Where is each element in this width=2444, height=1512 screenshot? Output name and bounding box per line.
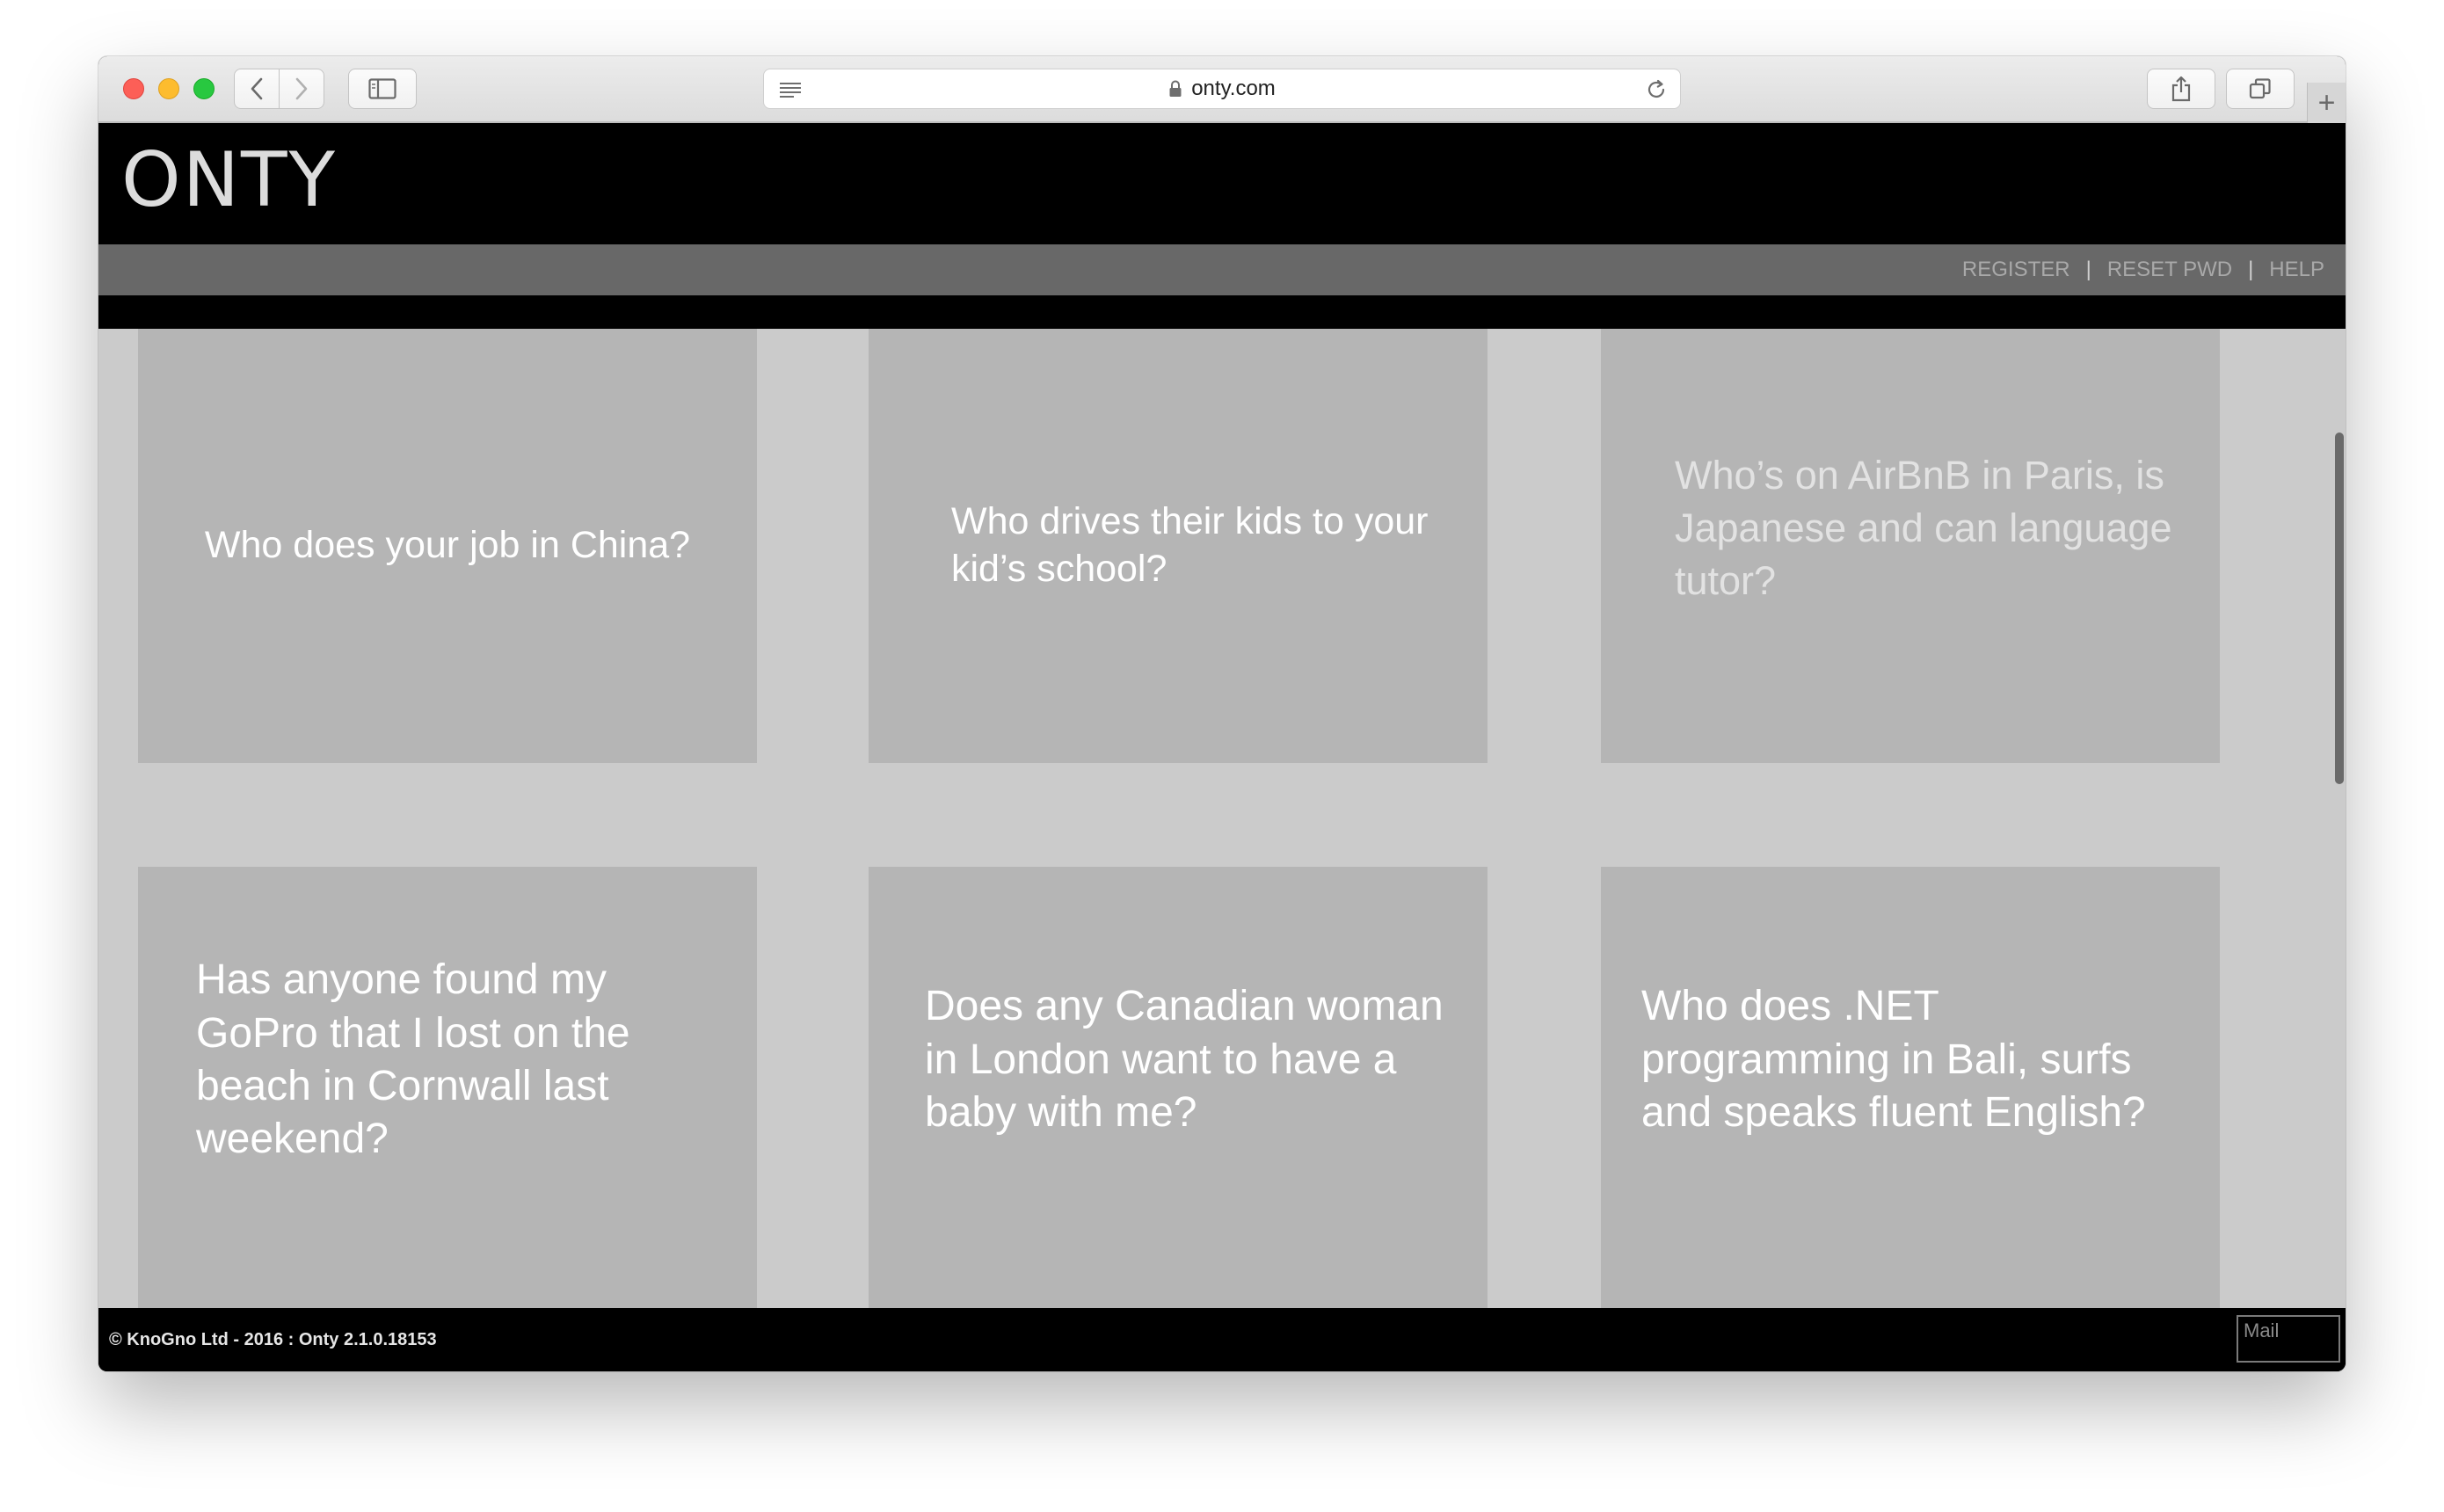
question-text: Who drives their kids to your kid’s scho… — [951, 500, 1429, 590]
reload-icon[interactable] — [1645, 78, 1668, 105]
reset-password-link[interactable]: RESET PWD — [2107, 258, 2232, 282]
sidebar-toggle-button[interactable] — [348, 69, 417, 109]
tabs-icon — [2249, 78, 2271, 99]
new-tab-button[interactable]: + — [2307, 83, 2346, 123]
site-nav-links: REGISTER | RESET PWD | HELP — [1962, 244, 2324, 295]
forward-button[interactable] — [279, 69, 324, 109]
address-bar[interactable]: onty.com — [763, 69, 1681, 109]
nav-separator: | — [2085, 258, 2091, 281]
sidebar-icon — [368, 78, 396, 99]
url-text: onty.com — [1191, 76, 1276, 100]
question-card[interactable]: Has anyone found my GoPro that I lost on… — [138, 867, 757, 1308]
question-grid: Who does your job in China? Who drives t… — [98, 329, 2346, 1308]
copyright-text: © KnoGno Ltd - 2016 : Onty 2.1.0.18153 — [109, 1329, 437, 1349]
browser-window: onty.com + ONTY REGISTER | RESET PWD | H… — [98, 56, 2346, 1371]
site-footer: © KnoGno Ltd - 2016 : Onty 2.1.0.18153 — [98, 1308, 2346, 1371]
zoom-window-button[interactable] — [193, 78, 215, 99]
nav-separator: | — [2248, 258, 2254, 281]
share-icon — [2171, 76, 2191, 102]
show-tabs-button[interactable] — [2226, 69, 2295, 109]
site-logo[interactable]: ONTY — [121, 142, 337, 218]
close-window-button[interactable] — [123, 78, 144, 99]
question-text: Does any Canadian woman in London want t… — [925, 983, 1444, 1137]
web-page: ONTY REGISTER | RESET PWD | HELP Who doe… — [98, 123, 2346, 1371]
minimize-window-button[interactable] — [158, 78, 179, 99]
share-button[interactable] — [2147, 69, 2215, 109]
url-container: onty.com — [764, 69, 1680, 108]
mail-input[interactable] — [2237, 1315, 2340, 1363]
question-text: Who does your job in China? — [204, 524, 691, 567]
question-text: Who’s on AirBnB in Paris, is Japanese an… — [1675, 452, 2172, 604]
browser-toolbar: onty.com + — [98, 56, 2346, 123]
question-card[interactable]: Does any Canadian woman in London want t… — [869, 867, 1487, 1308]
question-card[interactable]: Who drives their kids to your kid’s scho… — [869, 329, 1487, 763]
help-link[interactable]: HELP — [2269, 258, 2324, 282]
register-link[interactable]: REGISTER — [1962, 258, 2070, 282]
question-card[interactable]: Who does your job in China? — [138, 329, 757, 763]
plus-icon: + — [2317, 86, 2336, 120]
question-card[interactable]: Who does .NET programming in Bali, surfs… — [1601, 867, 2220, 1308]
question-text: Has anyone found my GoPro that I lost on… — [196, 956, 630, 1163]
chevron-right-icon — [295, 77, 308, 100]
site-nav-bar: REGISTER | RESET PWD | HELP — [98, 244, 2346, 295]
lock-icon — [1168, 79, 1182, 98]
site-header: ONTY — [98, 123, 2346, 244]
back-button[interactable] — [234, 69, 280, 109]
question-text: Who does .NET programming in Bali, surfs… — [1641, 983, 2146, 1137]
question-card[interactable]: Who’s on AirBnB in Paris, is Japanese an… — [1601, 329, 2220, 763]
scrollbar-thumb[interactable] — [2335, 433, 2344, 784]
chevron-left-icon — [251, 77, 263, 100]
